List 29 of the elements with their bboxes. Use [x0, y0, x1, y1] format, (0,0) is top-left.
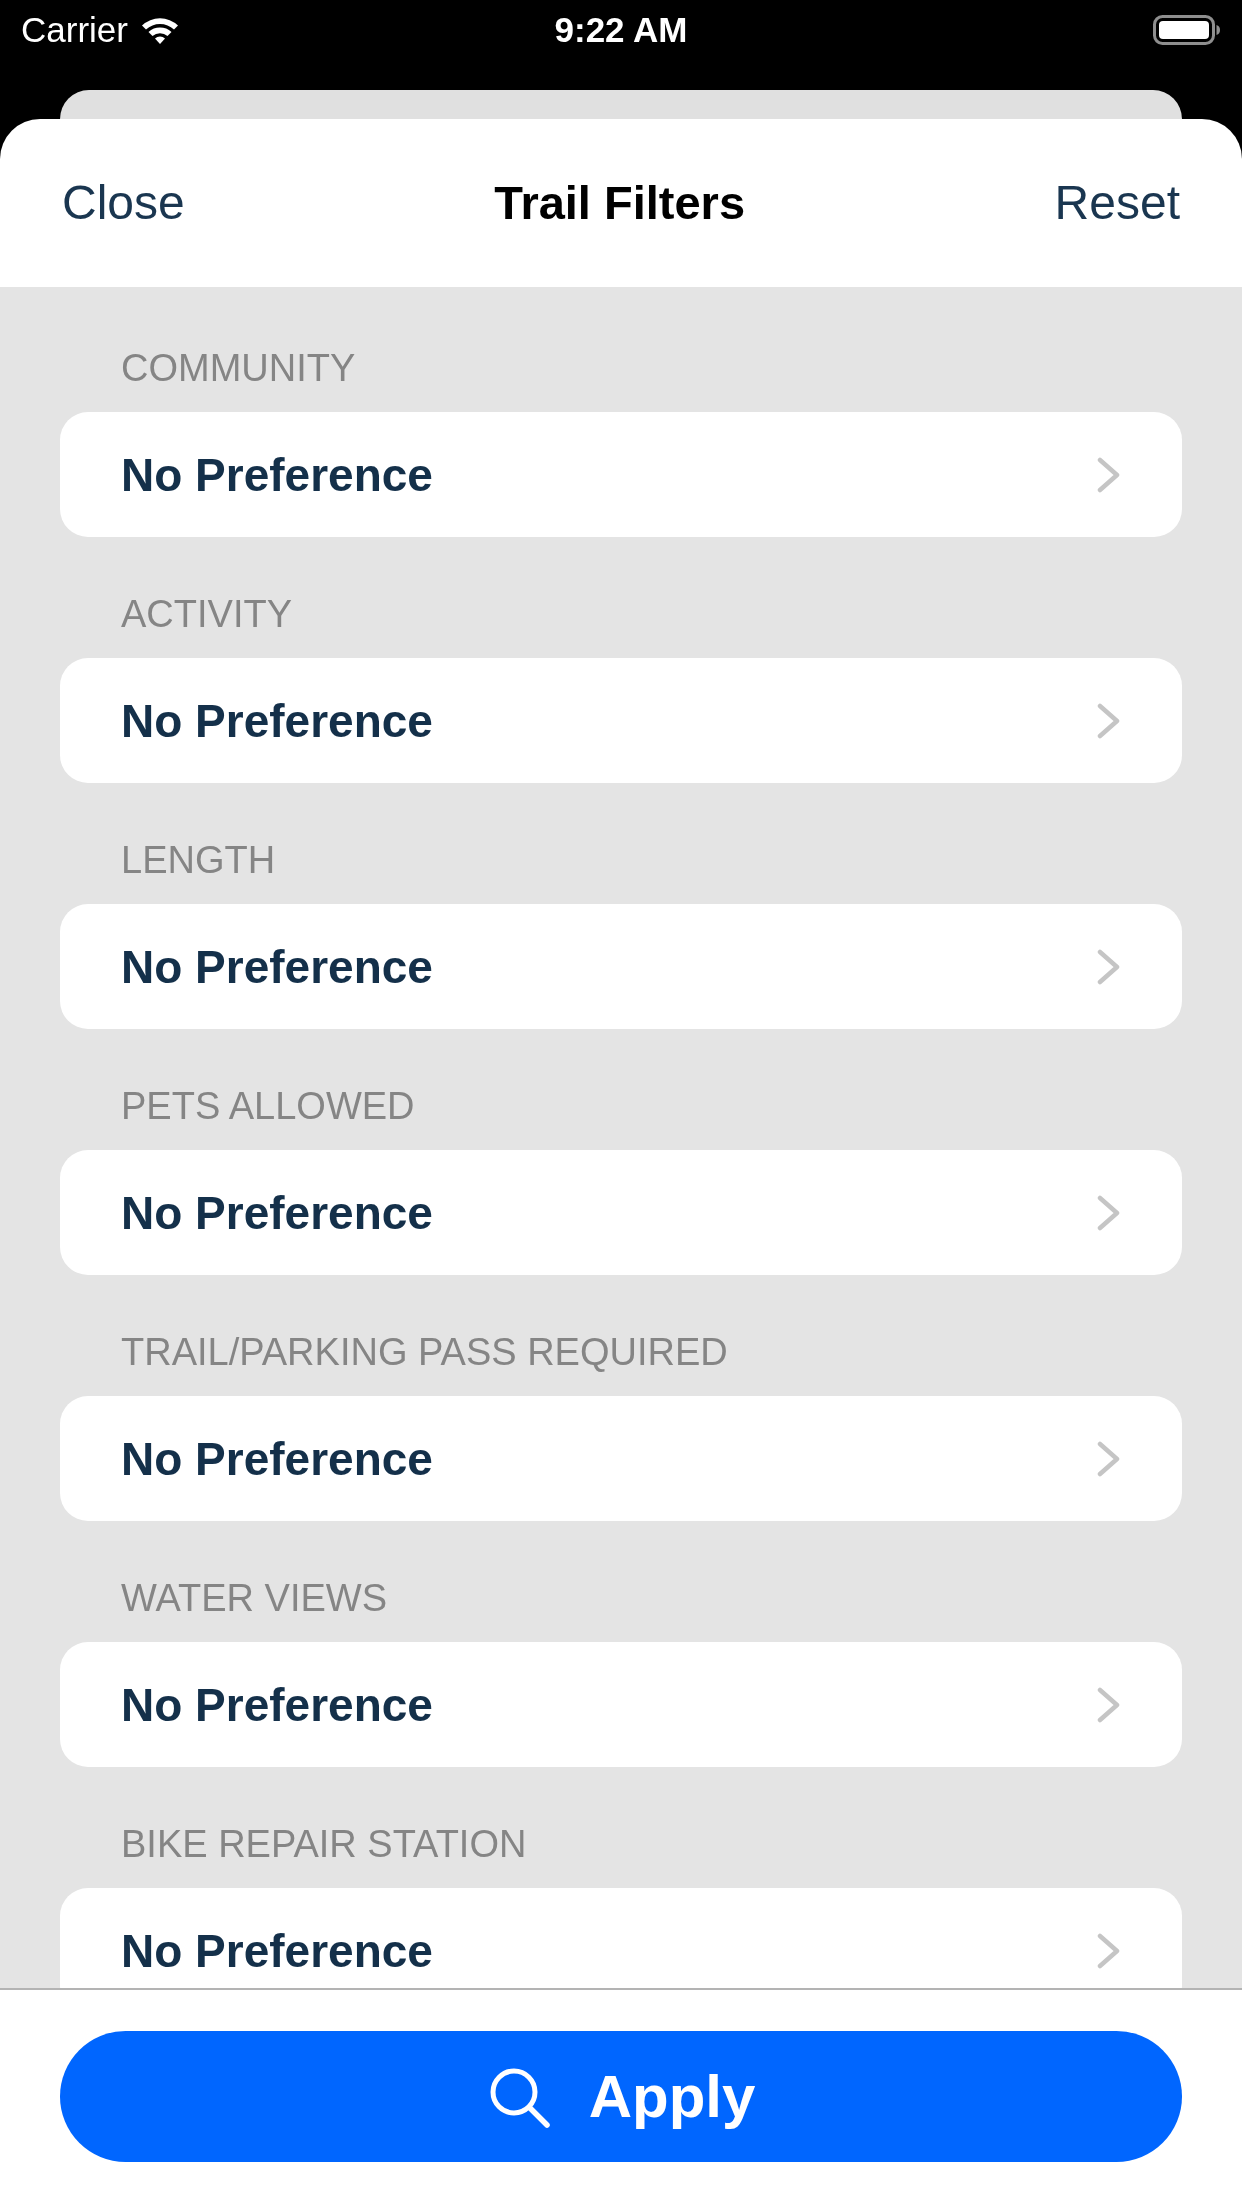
section-label: BIKE REPAIR STATION — [121, 1822, 527, 1867]
close-button[interactable]: Close — [62, 175, 185, 231]
filter-row[interactable]: No Preference — [60, 904, 1182, 1029]
wifi-icon — [139, 15, 180, 45]
section-label: LENGTH — [121, 838, 276, 883]
apply-button[interactable]: Apply — [60, 2031, 1182, 2162]
section-label: PETS ALLOWED — [121, 1084, 415, 1129]
section-label: WATER VIEWS — [121, 1576, 387, 1621]
chevron-right-icon — [1097, 1440, 1121, 1477]
carrier-label: Carrier — [21, 9, 128, 51]
chevron-right-icon — [1097, 1686, 1121, 1723]
chevron-right-icon — [1097, 1932, 1121, 1969]
filter-row[interactable]: No Preference — [60, 1642, 1182, 1767]
chevron-right-icon — [1097, 456, 1121, 493]
chevron-right-icon — [1097, 948, 1121, 985]
filter-row[interactable]: No Preference — [60, 412, 1182, 537]
chevron-right-icon — [1097, 1194, 1121, 1231]
filter-row[interactable]: No Preference — [60, 658, 1182, 783]
sheet-title: Trail Filters — [494, 175, 746, 231]
section-label: COMMUNITY — [121, 346, 356, 391]
filter-row[interactable]: No Preference — [60, 1888, 1182, 1988]
status-time: 9:22 AM — [554, 9, 688, 51]
filter-row[interactable]: No Preference — [60, 1150, 1182, 1275]
section-label: TRAIL/PARKING PASS REQUIRED — [121, 1330, 728, 1375]
reset-button[interactable]: Reset — [1054, 175, 1180, 231]
filter-row[interactable]: No Preference — [60, 1396, 1182, 1521]
battery-icon — [1153, 15, 1221, 45]
chevron-right-icon — [1097, 702, 1121, 739]
section-label: ACTIVITY — [121, 592, 293, 637]
